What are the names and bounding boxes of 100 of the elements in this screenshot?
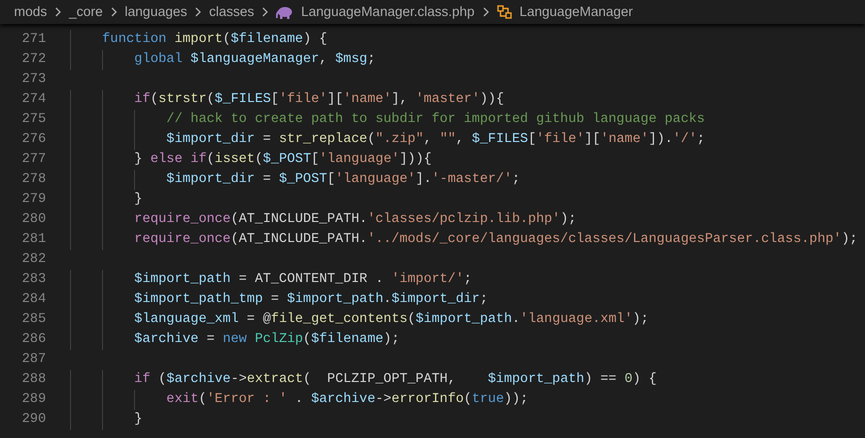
code-token: $filename — [311, 331, 384, 349]
breadcrumb-item[interactable]: LanguageManager.class.php — [301, 2, 475, 22]
code-token: $_POST — [262, 151, 312, 169]
code-token: ); — [383, 331, 400, 349]
code-token: $import_path_tmp — [134, 291, 263, 309]
code-token: if — [134, 91, 150, 109]
line-number: 285 — [20, 311, 46, 329]
chevron-icon — [194, 7, 202, 17]
code-token: '/' — [672, 131, 697, 149]
code-token: ]. — [416, 171, 432, 189]
code-token: $import_path — [488, 371, 584, 389]
code-token: 'language.xml' — [520, 311, 633, 329]
code-token: ".zip" — [375, 131, 424, 149]
code-token: 'name' — [600, 131, 649, 149]
code-token: . — [294, 391, 304, 409]
code-token: function — [102, 31, 166, 49]
code-token: ); — [841, 231, 858, 249]
code-token: = AT_CONTENT_DIR . — [238, 271, 384, 289]
code-token: ; — [367, 51, 376, 69]
code-token: ( — [198, 391, 207, 409]
code-token: ( — [367, 131, 376, 149]
code-token: (AT_INCLUDE_PATH. — [230, 211, 368, 229]
code-token: $import_dir — [391, 291, 480, 309]
line-number: 289 — [20, 391, 46, 409]
code-token: '../mods/_core/languages/classes/LanguagesParser.class.php' — [367, 231, 842, 249]
code-token: str_replace — [278, 131, 368, 149]
code-token: $archive — [311, 391, 376, 409]
code-token: ) == — [584, 371, 618, 389]
code-token: else if — [150, 151, 207, 169]
code-token: file_get_contents — [270, 311, 408, 329]
code-token: , — [319, 51, 328, 69]
code-token: ( — [303, 331, 312, 349]
code-token: import — [173, 31, 223, 49]
code-token: 'language' — [335, 171, 416, 189]
code-token: [ — [270, 91, 279, 109]
code-token: '-master/' — [432, 171, 512, 189]
code-token: $filename — [230, 31, 304, 49]
code-token: $_FILES — [472, 131, 528, 149]
line-number: 276 — [20, 131, 46, 149]
code-token: 'classes/pclzip.lib.php' — [367, 211, 560, 229]
code-token: -> — [375, 391, 392, 409]
code-token: errorInfo — [391, 391, 464, 409]
code-token: )); — [504, 391, 528, 409]
chevron-icon — [110, 7, 118, 17]
code-token: ][ — [584, 131, 600, 149]
line-number: 287 — [20, 351, 46, 369]
line-number: 290 — [20, 411, 46, 429]
code-token: ( — [206, 151, 215, 169]
code-token: 'Error : ' — [206, 391, 287, 409]
code-token: ( — [157, 371, 166, 389]
code-token: exit — [166, 391, 199, 409]
code-token: ( — [222, 31, 231, 49]
code-token: ], — [391, 91, 409, 109]
code-token: ])){ — [400, 151, 432, 169]
code-token: ( — [150, 91, 158, 109]
breadcrumb-item[interactable]: LanguageManager — [520, 2, 633, 22]
breadcrumb-item[interactable]: mods — [14, 2, 48, 22]
code-token: $archive — [166, 371, 231, 389]
code-token: 'master' — [416, 91, 480, 109]
line-number: 277 — [20, 151, 46, 169]
code-token: $import_dir — [166, 171, 255, 189]
code-token: (AT_INCLUDE_PATH. — [230, 231, 368, 249]
code-token: $import_path — [416, 311, 512, 329]
code-token: ][ — [327, 91, 344, 109]
line-number: 286 — [20, 331, 46, 349]
code-token: [ — [327, 171, 336, 189]
code-token: = — [270, 291, 280, 309]
line-number: 282 — [20, 251, 46, 269]
line-number: 281 — [20, 231, 46, 249]
code-token: $import_path — [134, 271, 231, 289]
line-number: 278 — [20, 171, 46, 189]
code-token: true — [472, 391, 504, 409]
line-number: 275 — [20, 111, 46, 129]
code-token: ) { — [632, 371, 657, 389]
code-token: ; — [512, 171, 520, 189]
code-token: . — [383, 291, 392, 309]
code-token: 'language' — [319, 151, 400, 169]
code-token: $import_path — [286, 291, 384, 309]
breadcrumb-item[interactable]: classes — [209, 2, 254, 22]
code-token: 'file' — [536, 131, 584, 149]
code-token: ( — [254, 151, 263, 169]
code-token: ); — [560, 211, 576, 229]
line-number: 283 — [20, 271, 46, 289]
code-token: if — [134, 371, 150, 389]
code-token: 'name' — [343, 91, 392, 109]
class-icon — [496, 5, 512, 19]
code-token: [ — [528, 131, 536, 149]
code-token: = @ — [246, 311, 271, 329]
code-token: require_once — [134, 231, 231, 249]
code-token: $_FILES — [214, 91, 271, 109]
code-token: $archive — [134, 331, 199, 349]
chevron-icon — [261, 7, 270, 17]
elephant-icon — [276, 4, 294, 20]
code-token: [ — [311, 151, 320, 169]
breadcrumb-item[interactable]: _core — [69, 2, 103, 22]
code-token: ( — [464, 391, 472, 409]
code-token: } — [134, 411, 142, 429]
chevron-icon — [54, 7, 62, 17]
code-token: ; — [696, 131, 705, 149]
breadcrumb-item[interactable]: languages — [124, 2, 188, 22]
